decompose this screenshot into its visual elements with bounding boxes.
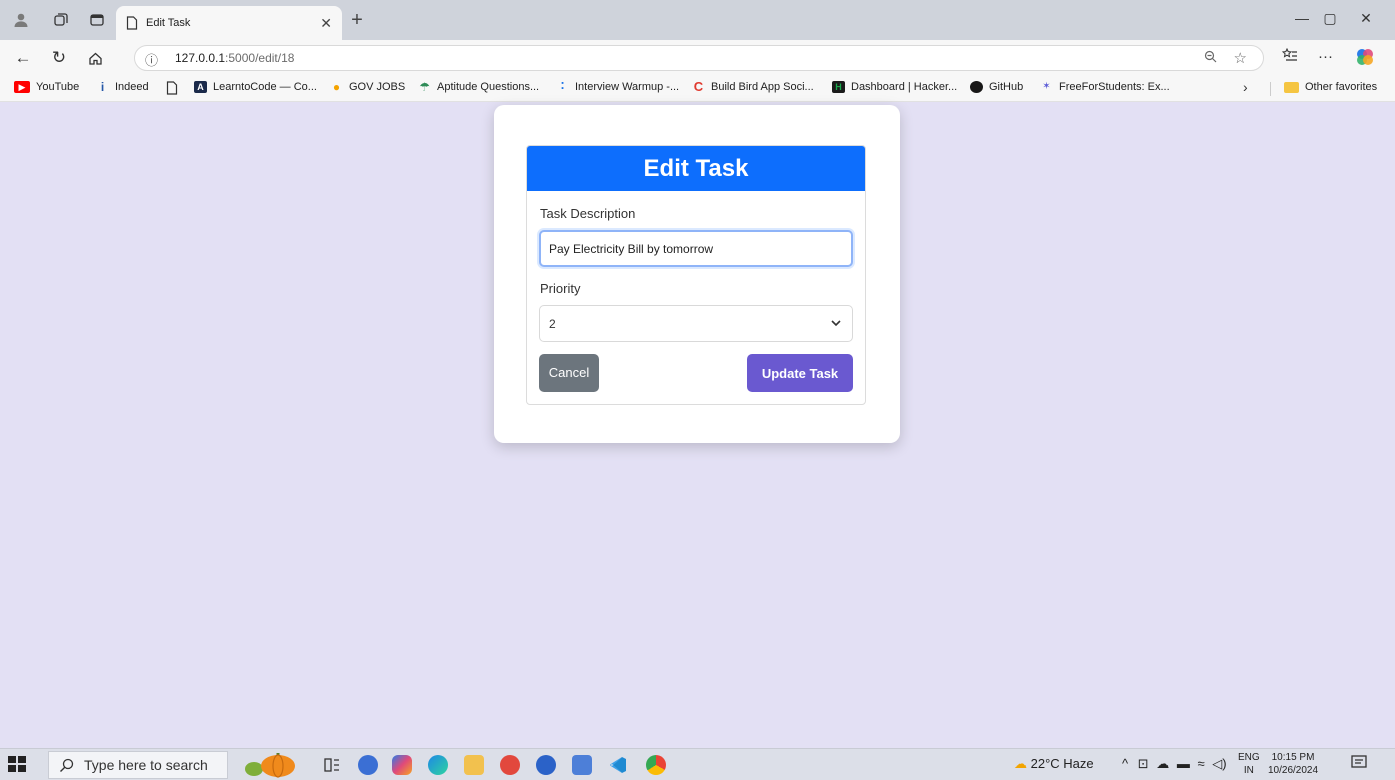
app-store-icon[interactable]: [536, 755, 556, 775]
language-indicator[interactable]: ENG IN: [1238, 751, 1260, 777]
page-icon: [166, 81, 178, 95]
priority-value: 2: [549, 317, 556, 331]
favorites-icon[interactable]: [1281, 47, 1298, 66]
chevron-right-icon[interactable]: ›: [1243, 79, 1248, 95]
github-icon: [970, 81, 983, 93]
chrome-icon[interactable]: [646, 755, 666, 775]
browser-toolbar: ← ↻ ⓘ 127.0.0.1:5000/edit/18 ☆ ···: [0, 40, 1395, 76]
chevron-up-icon[interactable]: ^: [1122, 756, 1128, 771]
cancel-button[interactable]: Cancel: [539, 354, 599, 392]
edge-icon[interactable]: [428, 755, 448, 775]
bookmark-other-favorites[interactable]: Other favorites: [1284, 81, 1377, 93]
browser-titlebar: Edit Task ✕ + — ▢ ✕: [0, 0, 1395, 40]
wps-icon[interactable]: [500, 755, 520, 775]
tab-edit-task[interactable]: Edit Task ✕: [116, 6, 342, 40]
indeed-icon: i: [100, 80, 105, 94]
aptitude-icon: ☂: [419, 80, 430, 94]
chevron-down-icon: [831, 320, 841, 327]
minimize-icon[interactable]: —: [1292, 10, 1312, 26]
back-icon[interactable]: ←: [12, 48, 34, 68]
copilot-taskbar-icon[interactable]: [392, 755, 412, 775]
profile-icon[interactable]: [12, 11, 30, 29]
windows-start-icon[interactable]: [8, 756, 28, 774]
new-tab-icon[interactable]: +: [346, 9, 368, 32]
more-menu-icon[interactable]: ···: [1318, 48, 1333, 65]
interview-icon: ⁚: [560, 81, 565, 92]
learntocode-icon: A: [194, 81, 207, 93]
battery-icon[interactable]: ▬: [1177, 756, 1190, 771]
bookmark-hackerrank[interactable]: H Dashboard | Hacker...: [832, 81, 957, 93]
card-title: Edit Task: [527, 146, 865, 191]
bookmark-github[interactable]: GitHub: [970, 81, 1023, 93]
taskbar-search-box[interactable]: Type here to search: [48, 751, 228, 779]
home-icon[interactable]: [84, 48, 106, 68]
task-view-icon[interactable]: [322, 755, 342, 775]
copilot-icon[interactable]: [1356, 48, 1374, 70]
site-info-icon[interactable]: ⓘ: [145, 50, 158, 69]
update-task-button[interactable]: Update Task: [747, 354, 853, 392]
priority-label: Priority: [540, 281, 581, 296]
bookmark-build-bird[interactable]: C Build Bird App Soci...: [692, 79, 814, 94]
task-description-label: Task Description: [540, 206, 636, 221]
file-explorer-icon[interactable]: [464, 755, 484, 775]
bookmark-page[interactable]: [166, 81, 178, 95]
build-bird-icon: C: [693, 79, 704, 94]
search-placeholder: Type here to search: [84, 757, 208, 773]
bookmark-interview-warmup[interactable]: ⁚ Interview Warmup -...: [556, 81, 680, 93]
tab-actions-icon[interactable]: [88, 11, 106, 29]
url-text: 127.0.0.1:5000/edit/18: [175, 51, 295, 65]
folder-icon: [1284, 81, 1299, 93]
onedrive-icon[interactable]: ☁: [1156, 756, 1169, 771]
bookmarks-divider: [1270, 82, 1271, 96]
youtube-icon: ▶: [14, 81, 30, 93]
zoom-icon[interactable]: [1204, 50, 1217, 66]
govjobs-icon: ●: [332, 80, 341, 94]
volume-icon[interactable]: ◁): [1212, 756, 1226, 771]
tab-title: Edit Task: [146, 17, 191, 29]
hackerrank-icon: H: [832, 81, 845, 93]
vscode-icon[interactable]: [608, 755, 628, 775]
favorite-star-icon[interactable]: ☆: [1234, 49, 1247, 67]
workspaces-icon[interactable]: [52, 11, 70, 29]
priority-select[interactable]: 2: [539, 305, 853, 342]
windows-taskbar: Type here to search ☁ 22°C Haze ^ ⊡ ☁ ▬ …: [0, 748, 1395, 780]
system-clock[interactable]: 10:15 PM 10/26/2024: [1268, 751, 1318, 777]
bookmark-freeforstudents[interactable]: ✶ FreeForStudents: Ex...: [1040, 81, 1169, 93]
wifi-icon[interactable]: ≈: [1198, 756, 1205, 771]
freeforstudents-icon: ✶: [1042, 81, 1051, 92]
tray-icons[interactable]: ^ ⊡ ☁ ▬ ≈ ◁): [1122, 756, 1227, 772]
weather-icon: ☁: [1014, 756, 1027, 771]
page-icon: [126, 16, 138, 30]
clock-time: 10:15 PM: [1271, 752, 1315, 763]
edit-task-card: Edit Task Task Description Priority 2 Ca…: [526, 145, 866, 405]
bookmarks-bar: ▶ YouTube i Indeed A LearntoCode — Co... ● G…: [0, 76, 1395, 102]
task-description-input[interactable]: [539, 230, 853, 267]
camera-icon[interactable]: ⊡: [1138, 756, 1149, 771]
bookmark-learntocode[interactable]: A LearntoCode — Co...: [194, 81, 317, 93]
pumpkin-icon: [240, 752, 298, 778]
clock-date: 10/26/2024: [1268, 765, 1319, 776]
bookmark-indeed[interactable]: i Indeed: [96, 81, 149, 93]
close-window-icon[interactable]: ✕: [1356, 10, 1376, 27]
weather-widget[interactable]: ☁ 22°C Haze: [1014, 756, 1094, 772]
restore-icon[interactable]: ▢: [1320, 10, 1340, 27]
page-viewport: Edit Task Task Description Priority 2 Ca…: [6, 103, 1389, 748]
search-icon: [60, 758, 74, 772]
close-tab-icon[interactable]: ✕: [320, 15, 332, 32]
bookmark-youtube[interactable]: ▶ YouTube: [14, 81, 79, 93]
bookmark-aptitude[interactable]: ☂ Aptitude Questions...: [418, 81, 539, 93]
bookmark-gov-jobs[interactable]: ● GOV JOBS: [330, 81, 405, 93]
address-bar[interactable]: ⓘ 127.0.0.1:5000/edit/18 ☆: [134, 45, 1264, 71]
teams-chat-icon[interactable]: [358, 755, 378, 775]
notes-icon[interactable]: [572, 755, 592, 775]
weather-text: 22°C Haze: [1030, 756, 1094, 771]
refresh-icon[interactable]: ↻: [48, 48, 70, 68]
notifications-icon[interactable]: [1350, 754, 1368, 775]
form-container: Edit Task Task Description Priority 2 Ca…: [494, 105, 900, 443]
